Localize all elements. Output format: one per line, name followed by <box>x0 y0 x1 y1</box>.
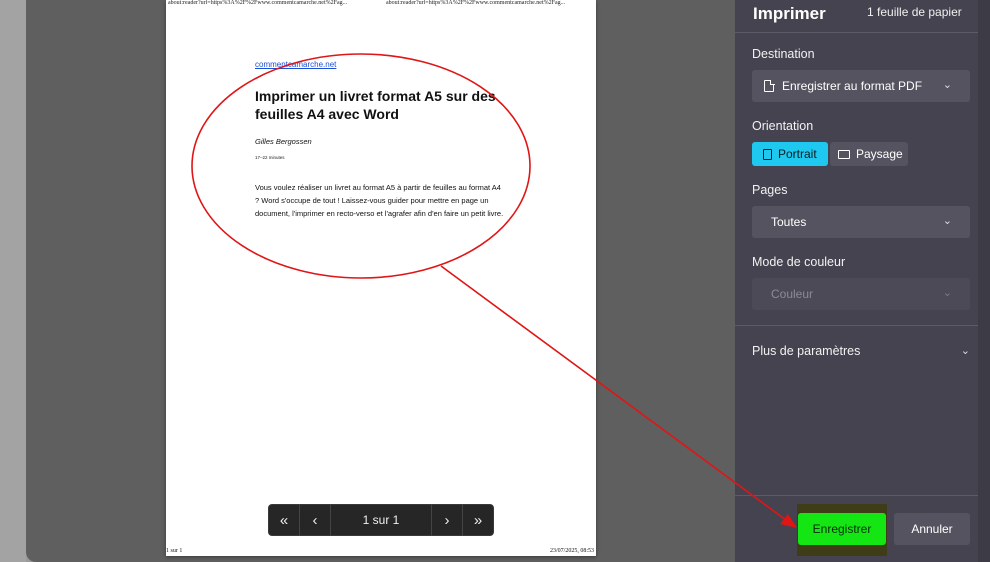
sheet-count: 1 feuille de papier <box>867 5 962 19</box>
pages-value: Toutes <box>771 215 807 229</box>
destination-value: Enregistrer au format PDF <box>782 79 923 93</box>
reading-time: 17–22 minutes <box>255 155 285 160</box>
last-page-button[interactable]: » <box>462 504 493 536</box>
page-indicator: 1 sur 1 <box>362 513 400 527</box>
preview-page: about:reader?url=https%3A%2F%2Fwww.comme… <box>166 0 596 556</box>
divider <box>735 32 978 33</box>
pages-label: Pages <box>752 183 788 197</box>
color-mode-label: Mode de couleur <box>752 255 846 269</box>
chevron-down-icon: ⌄ <box>942 79 952 91</box>
landscape-page-icon <box>838 149 850 159</box>
article-author: Gilles Bergossen <box>255 137 312 146</box>
panel-title: Imprimer <box>753 4 826 23</box>
cancel-button[interactable]: Annuler <box>894 513 970 545</box>
chevron-down-icon: ⌄ <box>942 215 952 227</box>
chevron-down-icon: ⌄ <box>960 345 970 357</box>
print-dialog: about:reader?url=https%3A%2F%2Fwww.comme… <box>0 0 990 562</box>
site-link: commentcamarche.net <box>255 60 337 69</box>
article-intro: Vous voulez réaliser un livret au format… <box>255 183 504 218</box>
divider <box>735 325 978 326</box>
background-strip <box>0 0 26 562</box>
panel-scrollbar[interactable] <box>978 0 990 562</box>
more-settings-toggle[interactable]: Plus de paramètres ⌄ <box>752 344 972 358</box>
portrait-page-icon <box>763 148 772 160</box>
next-page-button[interactable]: › <box>431 504 462 536</box>
document-icon <box>764 79 775 92</box>
destination-select[interactable]: Enregistrer au format PDF ⌄ <box>752 70 970 102</box>
page-footer-date: 23/07/2025, 08:53 <box>549 548 594 554</box>
first-page-button[interactable]: « <box>269 504 300 536</box>
print-settings-panel: Imprimer 1 feuille de papier Destination… <box>735 0 990 562</box>
save-button[interactable]: Enregistrer <box>798 513 886 545</box>
orientation-label: Orientation <box>752 119 814 133</box>
article-title: Imprimer un livret format A5 sur des feu… <box>255 88 496 122</box>
page-navigation: « ‹ 1 sur 1 › » <box>268 504 494 536</box>
more-settings-label: Plus de paramètres <box>752 344 861 358</box>
portrait-option[interactable]: Portrait <box>752 142 828 166</box>
portrait-label: Portrait <box>778 147 817 161</box>
page-footer-count: 1 sur 1 <box>166 548 183 554</box>
pages-select[interactable]: Toutes ⌄ <box>752 206 970 238</box>
color-mode-select[interactable]: Couleur ⌄ <box>752 278 970 310</box>
destination-label: Destination <box>752 47 815 61</box>
chevron-down-icon: ⌄ <box>942 287 952 299</box>
page-header-url: about:reader?url=https%3A%2F%2Fwww.comme… <box>168 0 348 6</box>
page-header-url-right: about:reader?url=https%3A%2F%2Fwww.comme… <box>386 0 566 6</box>
landscape-option[interactable]: Paysage <box>830 142 908 166</box>
landscape-label: Paysage <box>856 147 903 161</box>
color-mode-value: Couleur <box>771 287 814 301</box>
previous-page-button[interactable]: ‹ <box>300 504 331 536</box>
divider <box>735 495 978 496</box>
